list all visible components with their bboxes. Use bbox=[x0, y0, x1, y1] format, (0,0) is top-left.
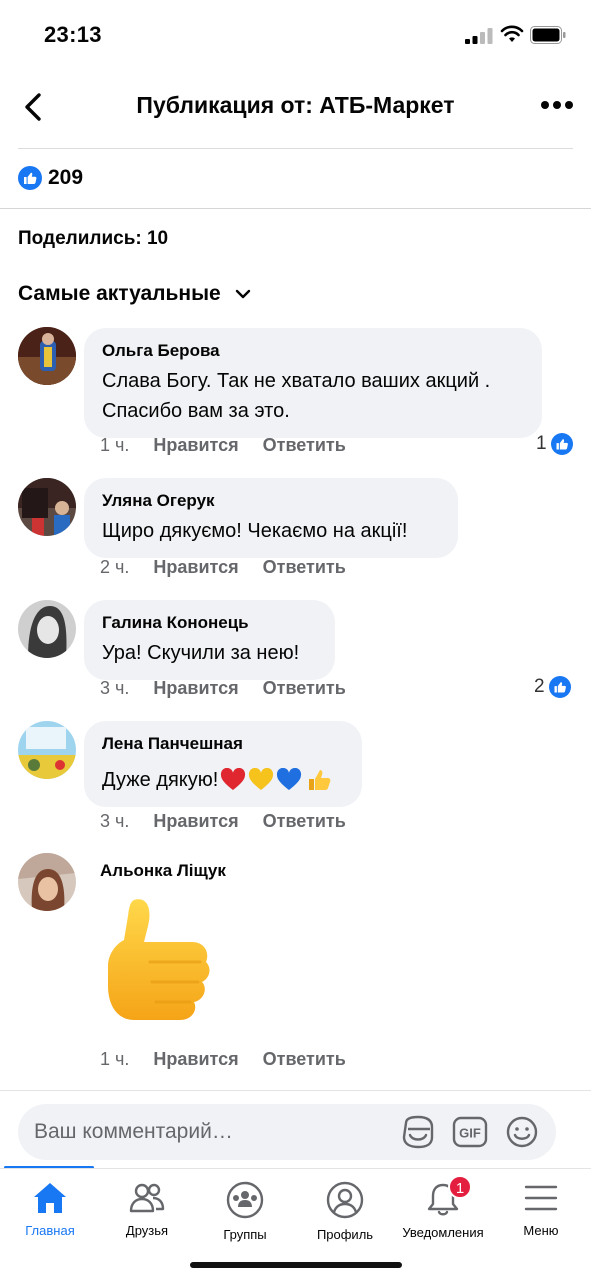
avatar-photo bbox=[18, 721, 76, 779]
comment-author[interactable]: Уляна Огерук bbox=[102, 490, 440, 512]
comment-text: Спасибо вам за это. bbox=[102, 400, 290, 422]
battery-icon bbox=[530, 26, 566, 44]
divider bbox=[0, 208, 591, 209]
gif-icon[interactable]: GIF bbox=[452, 1115, 488, 1149]
sticker-icon[interactable] bbox=[400, 1115, 436, 1149]
tab-label: Главная bbox=[25, 1223, 75, 1238]
comment-meta: 2 ч. Нравится Ответить bbox=[100, 557, 370, 578]
comment-text: Дуже дякую! bbox=[102, 769, 219, 791]
menu-icon bbox=[524, 1185, 558, 1211]
sort-dropdown[interactable]: Самые актуальные bbox=[18, 282, 251, 306]
chevron-down-icon bbox=[235, 289, 250, 299]
comment-time: 1 ч. bbox=[100, 435, 130, 455]
reply-comment-button[interactable]: Ответить bbox=[263, 1049, 346, 1070]
tab-groups[interactable]: Группы bbox=[195, 1181, 295, 1242]
like-reaction-icon bbox=[548, 676, 571, 698]
avatar-photo bbox=[18, 327, 76, 385]
avatar[interactable] bbox=[18, 721, 76, 779]
status-time: 23:13 bbox=[44, 22, 102, 47]
sort-label: Самые актуальные bbox=[18, 282, 221, 305]
like-comment-button[interactable]: Нравится bbox=[153, 435, 238, 456]
divider bbox=[18, 148, 573, 149]
home-icon bbox=[34, 1183, 66, 1213]
svg-text:GIF: GIF bbox=[459, 1126, 481, 1141]
like-comment-button[interactable]: Нравится bbox=[153, 1049, 238, 1070]
reply-comment-button[interactable]: Ответить bbox=[263, 557, 346, 578]
tab-label: Друзья bbox=[125, 1223, 169, 1238]
profile-icon bbox=[326, 1181, 364, 1219]
comment-bubble[interactable]: Галина Кононець Ура! Скучили за нею! bbox=[84, 600, 335, 680]
comment-author[interactable]: Лена Панчешная bbox=[102, 733, 344, 755]
divider bbox=[0, 1090, 591, 1091]
home-indicator bbox=[190, 1262, 402, 1268]
notification-badge: 1 bbox=[448, 1175, 472, 1199]
comment-reactions[interactable]: 1 bbox=[536, 433, 573, 455]
comment-text: Слава Богу. Так не хватало ваших акций . bbox=[102, 370, 491, 392]
comment-meta: 1 ч. Нравится Ответить bbox=[100, 1049, 370, 1070]
like-comment-button[interactable]: Нравится bbox=[153, 557, 238, 578]
emoji-icon[interactable] bbox=[504, 1115, 540, 1149]
comment-input[interactable] bbox=[34, 1118, 394, 1146]
avatar[interactable] bbox=[18, 600, 76, 658]
comment-bubble[interactable]: Ольга Берова Слава Богу. Так не хватало … bbox=[84, 328, 542, 438]
avatar[interactable] bbox=[18, 327, 76, 385]
comment-text: Ура! Скучили за нею! bbox=[102, 642, 300, 664]
wifi-icon bbox=[500, 25, 524, 42]
cellular-signal-icon bbox=[465, 28, 493, 44]
tab-label: Группы bbox=[223, 1227, 267, 1242]
avatar-photo bbox=[18, 478, 76, 536]
tab-profile[interactable]: Профиль bbox=[295, 1181, 395, 1242]
friends-icon bbox=[129, 1183, 165, 1213]
comment-reactions[interactable]: 2 bbox=[534, 676, 571, 698]
groups-icon bbox=[226, 1181, 264, 1219]
red-heart-emoji-icon bbox=[221, 768, 246, 790]
comment-meta: 3 ч. Нравится Ответить bbox=[100, 811, 370, 832]
more-options-icon[interactable] bbox=[540, 98, 574, 112]
avatar-photo bbox=[18, 853, 76, 911]
avatar[interactable] bbox=[18, 478, 76, 536]
reply-comment-button[interactable]: Ответить bbox=[263, 678, 346, 699]
avatar[interactable] bbox=[18, 853, 76, 911]
post-reactions[interactable]: 209 bbox=[18, 166, 83, 190]
reply-comment-button[interactable]: Ответить bbox=[263, 811, 346, 832]
comment-time: 2 ч. bbox=[100, 557, 130, 577]
comment-bubble[interactable]: Лена Панчешная Дуже дякую! bbox=[84, 721, 362, 807]
comment-text-row: Дуже дякую! bbox=[102, 765, 344, 795]
comment-meta: 1 ч. Нравится Ответить bbox=[100, 435, 370, 456]
comment-bubble[interactable]: Уляна Огерук Щиро дякуємо! Чекаємо на ак… bbox=[84, 478, 458, 558]
shares-count[interactable]: Поделились: 10 bbox=[18, 228, 168, 250]
tab-home[interactable]: Главная bbox=[0, 1181, 100, 1238]
like-reaction-icon bbox=[550, 433, 573, 455]
tab-menu[interactable]: Меню bbox=[491, 1181, 591, 1238]
tab-label: Уведомления bbox=[402, 1225, 484, 1240]
comment-composer[interactable]: GIF bbox=[18, 1104, 556, 1160]
comment-author[interactable]: Галина Кононець bbox=[102, 612, 317, 634]
tab-label: Профиль bbox=[316, 1227, 374, 1242]
avatar-photo bbox=[18, 600, 76, 658]
blue-heart-emoji-icon bbox=[277, 768, 302, 790]
comment-time: 1 ч. bbox=[100, 1049, 130, 1069]
page-title: Публикация от: АТБ-Маркет bbox=[136, 92, 455, 118]
comment-time: 3 ч. bbox=[100, 678, 130, 698]
reaction-count: 2 bbox=[534, 676, 545, 697]
yellow-heart-emoji-icon bbox=[249, 768, 274, 790]
like-count: 209 bbox=[48, 166, 84, 189]
comment-text: Щиро дякуємо! Чекаємо на акції! bbox=[102, 520, 408, 542]
thumbs-up-emoji-icon bbox=[309, 770, 331, 790]
reply-comment-button[interactable]: Ответить bbox=[263, 435, 346, 456]
like-comment-button[interactable]: Нравится bbox=[153, 678, 238, 699]
tab-label: Меню bbox=[523, 1223, 559, 1238]
reaction-count: 1 bbox=[536, 433, 547, 454]
comment-meta: 3 ч. Нравится Ответить bbox=[100, 678, 370, 699]
comment-author[interactable]: Альонка Ліщук bbox=[100, 860, 226, 882]
like-comment-button[interactable]: Нравится bbox=[153, 811, 238, 832]
like-reaction-icon bbox=[18, 166, 42, 190]
comment-author[interactable]: Ольга Берова bbox=[102, 340, 524, 362]
tab-friends[interactable]: Друзья bbox=[97, 1181, 197, 1238]
comment-time: 3 ч. bbox=[100, 811, 130, 831]
thumbs-up-sticker-icon bbox=[108, 899, 210, 1020]
tab-notifications[interactable]: 1 Уведомления bbox=[393, 1175, 493, 1240]
